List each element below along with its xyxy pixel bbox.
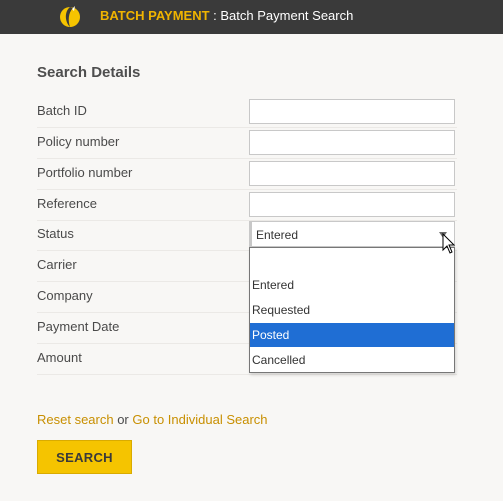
search-button[interactable]: SEARCH [37, 440, 132, 474]
company-label: Company [37, 288, 93, 303]
reference-label: Reference [37, 196, 97, 211]
logo-icon [60, 6, 80, 27]
carrier-label: Carrier [37, 257, 77, 272]
page-title: BATCH PAYMENT : Batch Payment Search [100, 8, 353, 23]
reset-search-link[interactable]: Reset search [37, 412, 114, 427]
status-option-blank[interactable] [250, 251, 454, 275]
page-name: Batch Payment Search [220, 8, 354, 23]
status-option-entered[interactable]: Entered [250, 273, 454, 297]
status-dropdown-list: Entered Requested Posted Cancelled [249, 247, 455, 373]
title-separator: : [209, 8, 221, 23]
status-select[interactable]: Entered [249, 221, 455, 247]
reference-row: Reference [37, 189, 457, 220]
individual-search-link[interactable]: Go to Individual Search [132, 412, 267, 427]
section-title: Search Details [37, 64, 141, 81]
app-header: BATCH PAYMENT : Batch Payment Search [0, 0, 503, 34]
status-select-value: Entered [256, 228, 299, 242]
module-name: BATCH PAYMENT [100, 8, 210, 23]
search-links: Reset search or Go to Individual Search [37, 412, 268, 427]
batch-id-row: Batch ID [37, 96, 457, 127]
mouse-cursor-icon [442, 233, 456, 254]
status-option-requested[interactable]: Requested [250, 298, 454, 322]
policy-number-label: Policy number [37, 134, 120, 149]
portfolio-number-label: Portfolio number [37, 165, 133, 180]
divider [37, 374, 457, 375]
status-option-posted[interactable]: Posted [250, 323, 454, 347]
batch-id-label: Batch ID [37, 103, 87, 118]
portfolio-number-row: Portfolio number [37, 158, 457, 189]
policy-number-row: Policy number [37, 127, 457, 158]
batch-id-input[interactable] [249, 99, 455, 124]
status-label: Status [37, 226, 74, 241]
portfolio-number-input[interactable] [249, 161, 455, 186]
status-option-cancelled[interactable]: Cancelled [250, 348, 454, 372]
amount-label: Amount [37, 350, 82, 365]
payment-date-label: Payment Date [37, 319, 120, 334]
links-separator: or [113, 412, 133, 427]
policy-number-input[interactable] [249, 130, 455, 155]
reference-input[interactable] [249, 192, 455, 217]
